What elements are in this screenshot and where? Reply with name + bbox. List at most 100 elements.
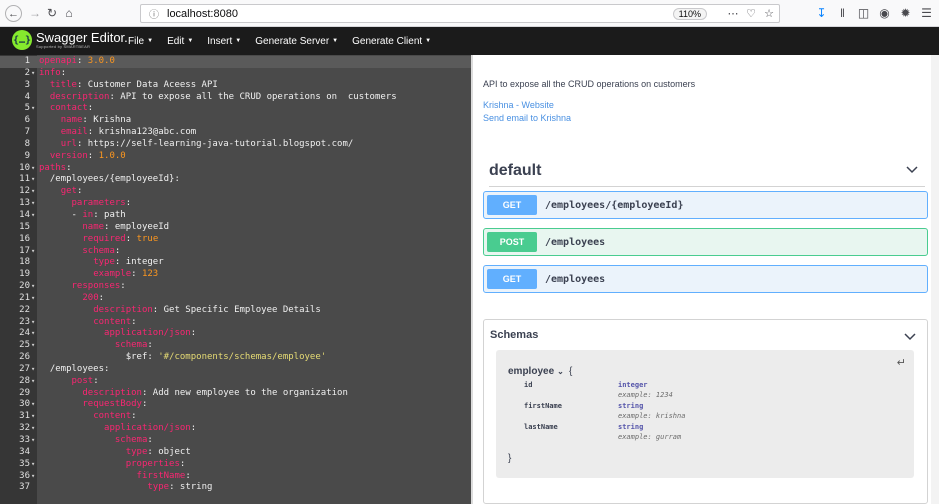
code-token: : [120, 281, 126, 292]
editor-line[interactable]: 2 ▾ info: [0, 68, 471, 80]
fold-toggle-icon[interactable]: ▾ [30, 340, 39, 352]
schemas-title[interactable]: Schemas [490, 329, 538, 341]
email-link[interactable]: Send email to Krishna [483, 113, 571, 123]
editor-line[interactable]: 4 description: API to expose all the CRU… [0, 92, 471, 104]
menu-generate-server[interactable]: Generate Server ▼ [255, 36, 338, 47]
editor-line[interactable]: 18 type: integer [0, 257, 471, 269]
fold-toggle-icon[interactable]: ▾ [30, 198, 39, 210]
operation-post-employees[interactable]: POST /employees [483, 228, 928, 256]
hamburger-menu-icon[interactable]: ☰ [918, 5, 935, 21]
editor-line[interactable]: 12 ▾ get: [0, 186, 471, 198]
editor-line[interactable]: 29 description: Add new employee to the … [0, 388, 471, 400]
editor-line[interactable]: 20 ▾ responses: [0, 281, 471, 293]
editor-line[interactable]: 22 description: Get Specific Employee De… [0, 305, 471, 317]
chevron-down-icon[interactable] [903, 330, 917, 344]
editor-line[interactable]: 35 ▾ properties: [0, 459, 471, 471]
method-badge: GET [487, 269, 537, 289]
reload-button[interactable]: ↻ [44, 5, 60, 21]
sidebar-icon[interactable]: ◫ [855, 5, 872, 21]
chevron-down-icon[interactable] [905, 163, 919, 177]
fold-toggle-icon[interactable]: ▾ [30, 435, 39, 447]
editor-line[interactable]: 37 type: string [0, 482, 471, 494]
editor-line[interactable]: 8 url: https://self-learning-java-tutori… [0, 139, 471, 151]
editor-line[interactable]: 31 ▾ content: [0, 411, 471, 423]
page-actions-icon[interactable]: ⋯ [725, 7, 741, 20]
editor-line[interactable]: 21 ▾ 200: [0, 293, 471, 305]
editor-line[interactable]: 15 name: employeeId [0, 222, 471, 234]
fold-toggle-icon[interactable]: ▾ [30, 186, 39, 198]
editor-line[interactable]: 26 $ref: '#/components/schemas/employee' [0, 352, 471, 364]
back-button[interactable]: ← [5, 5, 22, 22]
fold-toggle-icon[interactable]: ▾ [30, 293, 39, 305]
fold-toggle-icon[interactable]: ▾ [30, 459, 39, 471]
fold-toggle-icon[interactable]: ▾ [30, 328, 39, 340]
forward-button[interactable]: → [27, 5, 43, 21]
bookmark-star-icon[interactable]: ☆ [761, 7, 777, 20]
editor-line[interactable]: 10 ▾ paths: [0, 163, 471, 175]
model-name[interactable]: employee ⌄ [508, 366, 564, 377]
editor-line[interactable]: 36 ▾ firstName: [0, 471, 471, 483]
tag-section-default[interactable]: default [489, 155, 925, 187]
url-text[interactable]: localhost:8080 [167, 8, 673, 20]
fold-toggle-icon[interactable]: ▾ [30, 163, 39, 175]
operation-get-employees[interactable]: GET /employees [483, 265, 928, 293]
fold-toggle-icon[interactable]: ▾ [30, 376, 39, 388]
pocket-icon[interactable]: ♡ [743, 7, 759, 20]
operation-get-employee-by-id[interactable]: GET /employees/{employeeId} [483, 191, 928, 219]
menu-file[interactable]: File ▼ [128, 36, 153, 47]
fold-toggle-icon[interactable]: ▾ [30, 364, 39, 376]
fold-toggle-icon[interactable]: ▾ [30, 281, 39, 293]
fold-toggle-icon[interactable]: ▾ [30, 210, 39, 222]
preview-scrollbar[interactable] [931, 55, 939, 504]
fold-toggle-icon[interactable]: ▾ [30, 174, 39, 186]
extension-icon[interactable]: ✹ [897, 5, 914, 21]
editor-line[interactable]: 28 ▾ post: [0, 376, 471, 388]
editor-line[interactable]: 32 ▾ application/json: [0, 423, 471, 435]
swagger-logo[interactable]: {…} Swagger Editor. Supported by SMARTBE… [12, 30, 128, 50]
editor-code[interactable]: 1 openapi: 3.0.0 2 ▾ info: 3 title: Customer … [0, 56, 471, 494]
editor-line[interactable]: 34 type: object [0, 447, 471, 459]
editor-line[interactable]: 13 ▾ parameters: [0, 198, 471, 210]
editor-line[interactable]: 27 ▾ /employees: [0, 364, 471, 376]
fold-toggle-icon[interactable]: ▾ [30, 423, 39, 435]
menu-generate-client[interactable]: Generate Client ▼ [352, 36, 431, 47]
editor-line[interactable]: 14 ▾ - in: path [0, 210, 471, 222]
info-icon[interactable]: ⓘ [147, 6, 161, 21]
yaml-editor[interactable]: 1 openapi: 3.0.0 2 ▾ info: 3 title: Customer … [0, 55, 471, 504]
zoom-level-badge[interactable]: 110% [672, 7, 707, 20]
method-badge: POST [487, 232, 537, 252]
download-icon[interactable]: ↧ [813, 5, 830, 21]
editor-line[interactable]: 17 ▾ schema: [0, 246, 471, 258]
editor-line[interactable]: 3 title: Customer Data Aceess API [0, 80, 471, 92]
menu-insert[interactable]: Insert ▼ [207, 36, 241, 47]
editor-line[interactable]: 7 email: krishna123@abc.com [0, 127, 471, 139]
account-icon[interactable]: ◉ [876, 5, 893, 21]
editor-line[interactable]: 30 ▾ requestBody: [0, 399, 471, 411]
editor-line[interactable]: 16 required: true [0, 234, 471, 246]
fold-toggle-icon[interactable]: ▾ [30, 246, 39, 258]
return-arrow-icon[interactable]: ↵ [897, 356, 906, 369]
fold-toggle-icon[interactable]: ▾ [30, 471, 39, 483]
editor-line[interactable]: 23 ▾ content: [0, 317, 471, 329]
fold-toggle-icon[interactable]: ▾ [30, 68, 39, 80]
address-bar[interactable]: ⓘ localhost:8080 110% ⋯ ♡ ☆ [140, 4, 780, 23]
fold-toggle-icon[interactable]: ▾ [30, 399, 39, 411]
editor-line[interactable]: 25 ▾ schema: [0, 340, 471, 352]
editor-line[interactable]: 19 example: 123 [0, 269, 471, 281]
editor-line[interactable]: 5 ▾ contact: [0, 103, 471, 115]
editor-line[interactable]: 9 version: 1.0.0 [0, 151, 471, 163]
editor-line[interactable]: 24 ▾ application/json: [0, 328, 471, 340]
editor-line[interactable]: 33 ▾ schema: [0, 435, 471, 447]
menu-edit[interactable]: Edit ▼ [167, 36, 193, 47]
fold-toggle-icon[interactable]: ▾ [30, 103, 39, 115]
website-link[interactable]: Krishna - Website [483, 100, 554, 110]
fold-toggle-icon[interactable]: ▾ [30, 411, 39, 423]
library-icon[interactable]: ‖ [834, 5, 851, 21]
home-button[interactable]: ⌂ [61, 5, 77, 21]
fold-toggle-icon[interactable]: ▾ [30, 317, 39, 329]
editor-line[interactable]: 1 openapi: 3.0.0 [0, 56, 471, 68]
editor-line[interactable]: 6 name: Krishna [0, 115, 471, 127]
fold-toggle-icon [30, 56, 39, 68]
editor-line[interactable]: 11 ▾ /employees/{employeeId}: [0, 174, 471, 186]
